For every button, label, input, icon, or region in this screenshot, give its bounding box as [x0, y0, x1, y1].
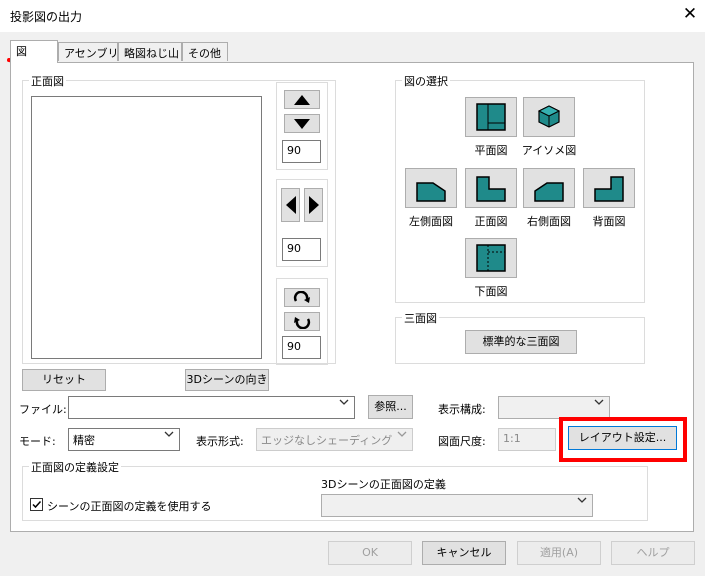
title-bar: 投影図の出力 ✕ [0, 0, 705, 32]
layout-settings-button[interactable]: レイアウト設定... [568, 426, 677, 450]
window-title: 投影図の出力 [10, 10, 83, 24]
left-side-view-icon [416, 182, 446, 202]
front-definition-group: 正面図の定義設定 シーンの正面図の定義を使用する 3Dシーンの正面図の定義 [22, 459, 648, 521]
rotate-x-group: 90 [276, 82, 328, 170]
chevron-down-icon [339, 399, 349, 405]
view-selection-group-title: 図の選択 [402, 73, 450, 89]
top-view-button[interactable] [465, 97, 517, 137]
close-icon[interactable]: ✕ [680, 4, 700, 24]
rotate-cw-button[interactable] [284, 288, 320, 307]
front-view-group-title: 正面図 [29, 73, 66, 89]
apply-button[interactable]: 適用(A) [517, 541, 601, 565]
tab-other-label: その他 [188, 47, 221, 60]
front-view-preview [31, 96, 262, 359]
three-views-group-title: 三面図 [402, 310, 439, 326]
tab-cosmetic-thread-label: 略図ねじ山 [124, 47, 179, 60]
file-label: ファイル: [19, 403, 67, 416]
left-side-view-label: 左側面図 [409, 215, 453, 228]
help-button[interactable]: ヘルプ [611, 541, 695, 565]
triangle-down-icon [294, 119, 310, 129]
display-format-value: エッジなしシェーディング [261, 434, 393, 447]
rotate-right-button[interactable] [304, 188, 323, 222]
bottom-view-label: 下面図 [474, 285, 508, 298]
rotate-y-input[interactable]: 90 [282, 238, 321, 261]
standard-three-views-button[interactable]: 標準的な三面図 [465, 330, 577, 354]
file-combo[interactable] [68, 396, 355, 419]
triangle-left-icon [285, 196, 296, 214]
tab-panel: 正面図 90 90 90 リセット 3Dシーンの向き 図の選択 平面図 アイソメ… [10, 62, 694, 532]
isometric-view-button[interactable] [523, 97, 575, 137]
chevron-down-icon [577, 497, 587, 503]
rotate-y-group: 90 [276, 179, 328, 267]
rotate-x-input[interactable]: 90 [282, 140, 321, 163]
view-selection-group: 図の選択 平面図 アイソメ図 左側面図 正面図 右側面図 背面図 下面図 [395, 73, 645, 303]
drawing-scale-input[interactable]: 1:1 [498, 428, 556, 451]
top-view-icon [476, 103, 506, 131]
cancel-button[interactable]: キャンセル [422, 541, 506, 565]
rotate-left-button[interactable] [281, 188, 300, 222]
mode-label: モード: [19, 435, 56, 448]
mode-combo[interactable]: 精密 [68, 428, 180, 451]
drawing-scale-label: 図面尺度: [438, 435, 486, 448]
tab-assembly[interactable]: アセンブリ [58, 42, 118, 61]
right-side-view-icon [534, 182, 564, 202]
back-view-label: 背面図 [592, 215, 626, 228]
reset-button[interactable]: リセット [22, 369, 106, 391]
tab-assembly-label: アセンブリ [64, 47, 119, 60]
front-view-button[interactable] [465, 168, 517, 208]
right-side-view-button[interactable] [523, 168, 575, 208]
checkmark-icon [32, 500, 42, 509]
tab-bar: 図 アセンブリ 略図ねじ山 その他 [0, 40, 705, 63]
scene-front-definition-combo[interactable] [321, 494, 593, 517]
scene-direction-button[interactable]: 3Dシーンの向き [185, 369, 269, 391]
tab-views-label: 図 [16, 45, 27, 58]
mode-value: 精密 [73, 434, 95, 447]
back-view-icon [594, 176, 624, 202]
three-views-group: 三面図 標準的な三面図 [395, 310, 645, 364]
display-format-combo[interactable]: エッジなしシェーディング [256, 428, 413, 451]
display-config-label: 表示構成: [438, 403, 486, 416]
chevron-down-icon [594, 399, 604, 405]
chevron-down-icon [397, 431, 407, 437]
tab-cosmetic-thread[interactable]: 略図ねじ山 [118, 42, 182, 61]
front-definition-group-title: 正面図の定義設定 [29, 459, 121, 475]
browse-button[interactable]: 参照... [368, 395, 413, 419]
back-view-button[interactable] [583, 168, 635, 208]
rotate-ccw-button[interactable] [284, 312, 320, 331]
bottom-view-icon [476, 244, 506, 272]
chevron-down-icon [164, 431, 174, 437]
front-view-label: 正面図 [474, 215, 508, 228]
isometric-view-label: アイソメ図 [521, 144, 577, 157]
right-side-view-label: 右側面図 [527, 215, 571, 228]
rotate-z-group: 90 [276, 278, 328, 365]
isometric-view-icon [537, 105, 561, 128]
display-format-label: 表示形式: [196, 435, 244, 448]
front-view-group: 正面図 90 90 90 [22, 73, 336, 365]
use-scene-front-label: シーンの正面図の定義を使用する [47, 500, 212, 513]
triangle-up-icon [294, 95, 310, 105]
tab-views[interactable]: 図 [10, 40, 58, 63]
rotate-cw-icon [293, 290, 310, 303]
rotate-ccw-icon [294, 317, 311, 330]
tab-other[interactable]: その他 [182, 42, 228, 61]
top-view-label: 平面図 [474, 144, 508, 157]
display-config-combo[interactable] [498, 396, 610, 419]
front-view-icon [476, 176, 506, 202]
use-scene-front-checkbox[interactable] [30, 498, 43, 511]
scene-front-definition-label: 3Dシーンの正面図の定義 [321, 478, 446, 491]
rotate-z-input[interactable]: 90 [282, 336, 321, 359]
rotate-up-button[interactable] [284, 90, 320, 109]
bottom-view-button[interactable] [465, 238, 517, 278]
triangle-right-icon [308, 196, 319, 214]
left-side-view-button[interactable] [405, 168, 457, 208]
ok-button[interactable]: OK [328, 541, 412, 565]
rotate-down-button[interactable] [284, 114, 320, 133]
